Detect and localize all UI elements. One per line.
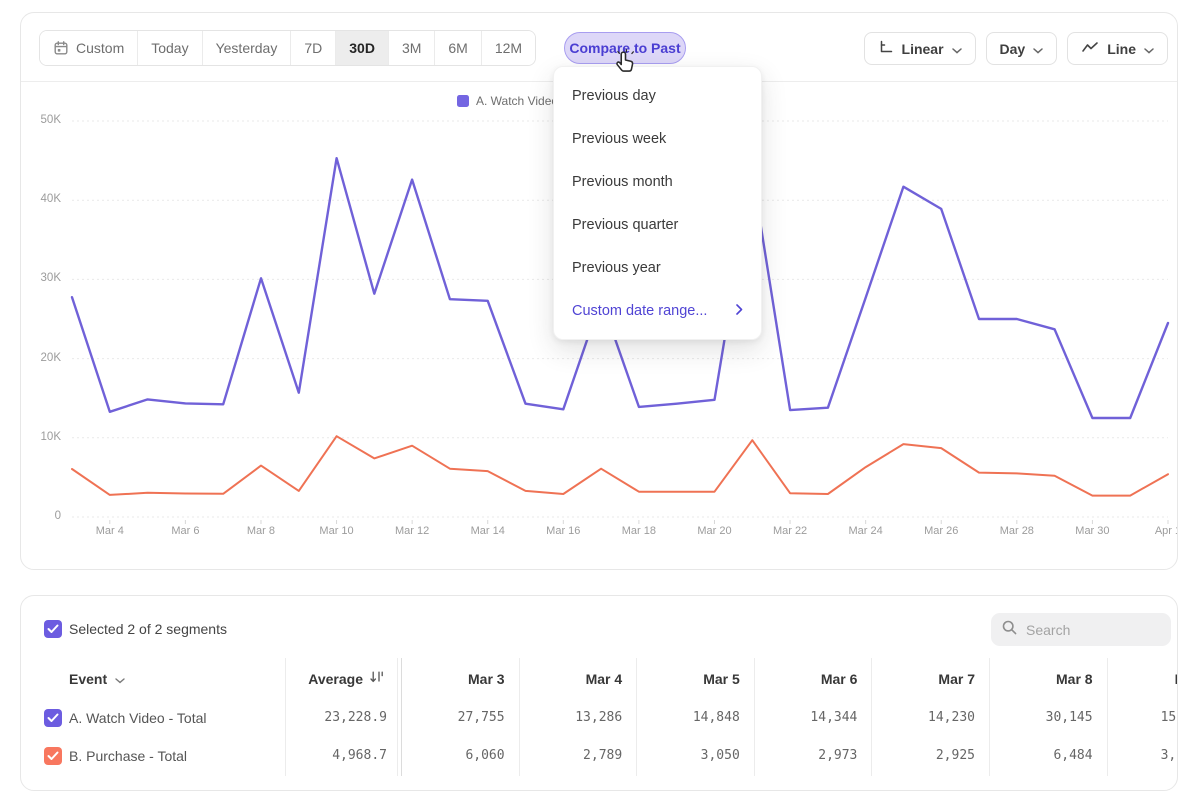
search-input[interactable] [1026,622,1156,638]
value-cell: 27,755 [401,699,519,737]
menu-item-custom-date-range[interactable]: Custom date range... [554,289,761,332]
menu-item-previous-quarter[interactable]: Previous quarter [554,203,761,246]
sort-descending-icon [369,659,385,699]
segment-row-label[interactable]: A. Watch Video - Total [69,699,206,737]
y-axis-tick-label: 20K [21,352,61,364]
value-cell: 3,050 [636,737,754,775]
chevron-down-icon [115,659,125,699]
x-axis-tick-label: Mar 28 [987,525,1047,537]
x-axis-tick-label: Apr 1 [1138,525,1178,537]
average-header-label: Average [308,659,363,699]
segment-row-label[interactable]: B. Purchase - Total [69,737,187,775]
value-cell: 2,789 [519,737,637,775]
y-axis-tick-label: 10K [21,431,61,443]
segments-panel: Selected 2 of 2 segments Event Average M… [20,595,1178,791]
x-axis-tick-label: Mar 16 [533,525,593,537]
x-axis-tick-label: Mar 4 [80,525,140,537]
x-axis-tick-label: Mar 12 [382,525,442,537]
menu-item-previous-week[interactable]: Previous week [554,117,761,160]
average-value-cell: 23,228.9 [281,699,401,737]
value-cell: 14,848 [636,699,754,737]
x-axis-tick-label: Mar 14 [458,525,518,537]
select-all-checkbox[interactable] [44,620,62,638]
value-cell: 6,060 [401,737,519,775]
date-column-header: Mar 6 [754,659,872,699]
x-axis-tick-label: Mar 10 [307,525,367,537]
average-column-header[interactable]: Average [308,659,385,699]
x-axis-tick-label: Mar 8 [231,525,291,537]
average-value-cell: 4,968.7 [281,737,401,775]
value-cell: 30,145 [989,699,1107,737]
row-checkbox-b-purchase-total[interactable] [44,747,62,765]
row-checkbox-a-watch-video-total[interactable] [44,709,62,727]
menu-item-previous-month[interactable]: Previous month [554,160,761,203]
x-axis-tick-label: Mar 24 [836,525,896,537]
y-axis-tick-label: 30K [21,272,61,284]
value-cell: 6,484 [989,737,1107,775]
x-axis-tick-label: Mar 26 [911,525,971,537]
custom-date-range-label: Custom date range... [572,303,707,319]
selected-segments-label: Selected 2 of 2 segments [69,621,227,637]
date-column-header: Mar 4 [519,659,637,699]
value-cell: 3, [1107,737,1178,775]
date-column-header: M [1107,659,1178,699]
search-icon [1001,619,1018,641]
y-axis-tick-label: 40K [21,193,61,205]
value-cell: 13,286 [519,699,637,737]
x-axis-tick-label: Mar 30 [1062,525,1122,537]
x-axis-tick-label: Mar 22 [760,525,820,537]
compare-to-past-menu: Previous dayPrevious weekPrevious monthP… [553,66,762,340]
y-axis-tick-label: 50K [21,114,61,126]
value-cell: 14,230 [871,699,989,737]
x-axis-tick-label: Mar 6 [155,525,215,537]
y-axis-tick-label: 0 [21,510,61,522]
date-column-header: Mar 7 [871,659,989,699]
value-cell: 2,925 [871,737,989,775]
value-cell: 14,344 [754,699,872,737]
value-cell: 2,973 [754,737,872,775]
menu-item-previous-day[interactable]: Previous day [554,74,761,117]
chevron-right-icon [736,303,743,319]
date-column-header: Mar 3 [401,659,519,699]
date-column-header: Mar 5 [636,659,754,699]
analytics-dashboard: CustomTodayYesterday7D30D3M6M12M Compare… [0,0,1200,802]
value-cell: 15, [1107,699,1178,737]
segment-search [991,613,1171,646]
menu-item-previous-year[interactable]: Previous year [554,246,761,289]
x-axis-tick-label: Mar 18 [609,525,669,537]
x-axis-tick-label: Mar 20 [684,525,744,537]
event-header-label: Event [69,659,107,699]
event-column-header[interactable]: Event [69,659,125,699]
date-column-header: Mar 8 [989,659,1107,699]
